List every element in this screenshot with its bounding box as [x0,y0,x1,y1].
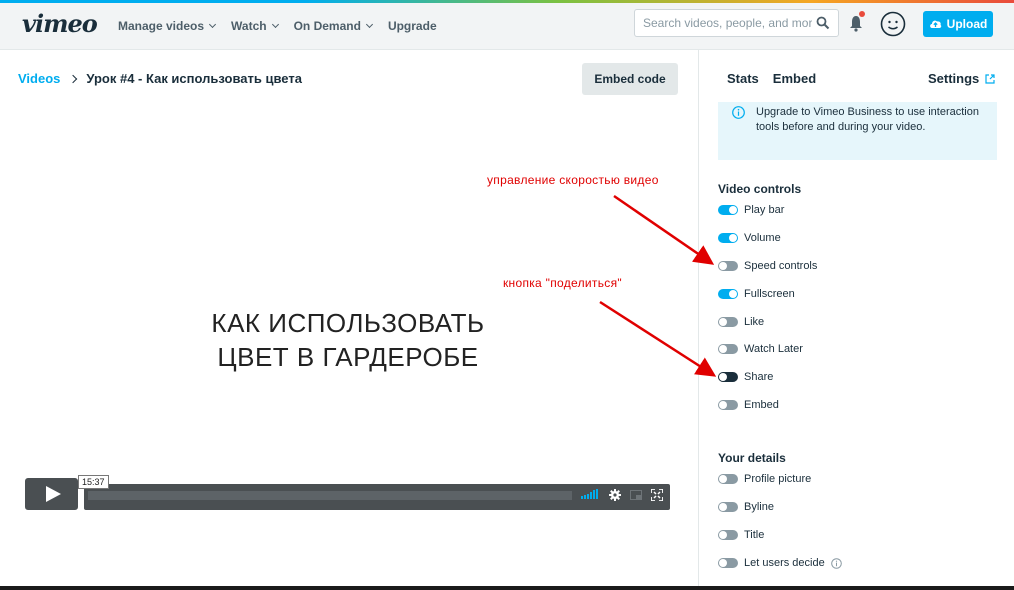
avatar[interactable] [880,11,906,37]
toggle-label: Fullscreen [744,288,795,300]
video-title-line1: КАК ИСПОЛЬЗОВАТЬ [211,308,485,338]
toggle-row-fullscreen[interactable]: Fullscreen [718,288,795,300]
notification-dot [859,11,865,17]
toggle-switch[interactable] [718,289,738,299]
page-title: Урок #4 - Как использовать цвета [86,71,302,86]
toggle-switch[interactable] [718,205,738,215]
toggle-row-volume[interactable]: Volume [718,232,781,244]
toggle-switch[interactable] [718,502,738,512]
chevron-right-icon [69,74,78,83]
settings-label: Settings [928,71,980,86]
upgrade-info-box: Upgrade to Vimeo Business to use interac… [718,102,997,160]
annotation-speed: управление скоростью видео [487,173,659,187]
progress-bar[interactable] [88,491,572,500]
upload-label: Upload [946,17,988,31]
toggle-label: Byline [744,501,774,513]
arrow-to-speed-controls [613,194,715,265]
picture-in-picture-icon[interactable] [630,490,642,500]
video-player-controls: 15:37 [25,475,670,510]
video-controls-heading: Video controls [718,182,802,196]
toggle-label: Play bar [744,204,785,216]
toggle-label: Watch Later [744,343,803,355]
gear-icon[interactable] [609,489,621,501]
search-input[interactable] [634,9,839,37]
nav-label: On Demand [293,19,361,33]
toggle-label: Like [744,316,765,328]
toggle-row-let-users-decide[interactable]: Let users decide [718,557,842,569]
toggle-row-title[interactable]: Title [718,529,764,541]
nav-manage-videos[interactable]: Manage videos [118,19,217,33]
toggle-label: Profile picture [744,473,812,485]
toggle-label: Embed [744,399,779,411]
toggle-switch[interactable] [718,317,738,327]
chevron-down-icon [365,20,373,29]
your-details-heading: Your details [718,451,786,465]
nav-watch[interactable]: Watch [231,19,279,33]
tab-stats[interactable]: Stats [727,71,759,86]
tab-embed[interactable]: Embed [773,71,816,86]
toggle-row-profile-picture[interactable]: Profile picture [718,473,811,485]
time-display: 15:37 [78,475,109,489]
toggle-label: Title [744,529,765,541]
toggle-switch[interactable] [718,261,738,271]
help-icon[interactable] [830,557,842,569]
toggle-row-play-bar[interactable]: Play bar [718,204,784,216]
volume-icon[interactable] [581,489,599,499]
breadcrumb-videos-link[interactable]: Videos [18,71,60,86]
toggle-label: Volume [744,232,781,244]
toggle-row-like[interactable]: Like [718,316,764,328]
video-frame-title: КАК ИСПОЛЬЗОВАТЬ ЦВЕТ В ГАРДЕРОБЕ [0,306,696,374]
vimeo-logo[interactable]: vimeo [22,9,98,38]
nav-on-demand[interactable]: On Demand [293,19,373,33]
toggle-row-share[interactable]: Share [718,371,773,383]
chevron-down-icon [271,20,279,29]
breadcrumb: Videos Урок #4 - Как использовать цвета [18,71,302,86]
nav-label: Watch [231,19,267,33]
chevron-down-icon [208,20,217,29]
sidebar-tabs: Stats Embed [727,71,816,86]
upgrade-info-text: Upgrade to Vimeo Business to use interac… [756,106,979,133]
external-link-icon [985,73,995,84]
toggle-label: Share [744,371,774,383]
toggle-switch[interactable] [718,558,738,568]
toggle-switch[interactable] [718,474,738,484]
toggle-switch[interactable] [718,344,738,354]
main-nav: Manage videos Watch On Demand Upgrade [118,19,437,33]
upload-cloud-icon [929,20,941,28]
search-icon[interactable] [816,16,830,30]
toggle-switch[interactable] [718,530,738,540]
embed-code-button[interactable]: Embed code [582,63,678,95]
play-icon [45,486,61,502]
toggle-switch[interactable] [718,233,738,243]
nav-upgrade[interactable]: Upgrade [388,19,437,33]
toggle-label: Let users decide [744,557,825,569]
toggle-row-embed[interactable]: Embed [718,399,779,411]
fullscreen-icon[interactable] [651,489,663,501]
bottom-edge [0,586,1014,590]
info-icon [732,106,745,119]
toggle-switch[interactable] [718,372,738,382]
video-title-line2: ЦВЕТ В ГАРДЕРОБЕ [217,342,479,372]
upload-button[interactable]: Upload [923,11,993,37]
nav-label: Manage videos [118,19,205,33]
toggle-row-byline[interactable]: Byline [718,501,774,513]
toggle-row-watch-later[interactable]: Watch Later [718,343,803,355]
nav-label: Upgrade [387,19,437,33]
panel-divider [698,50,699,590]
toggle-label: Speed controls [744,260,818,272]
settings-link[interactable]: Settings [928,71,995,86]
annotation-share: кнопка "поделиться" [503,276,622,290]
toggle-switch[interactable] [718,400,738,410]
toggle-row-speed-controls[interactable]: Speed controls [718,260,817,272]
play-button[interactable] [25,478,78,510]
